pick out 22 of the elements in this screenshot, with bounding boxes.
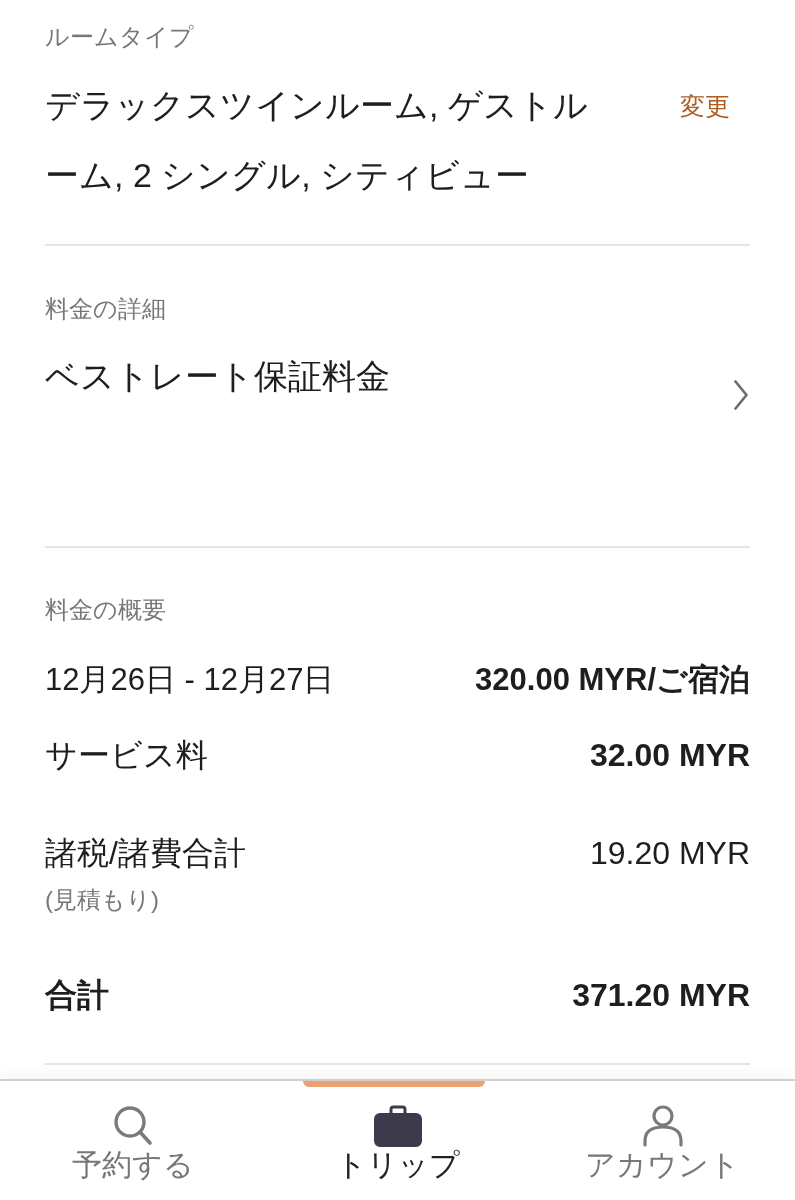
section-label: 料金の概要 <box>45 595 167 625</box>
section-label: ルームタイプ <box>45 22 195 52</box>
charge-label: 諸税/諸費合計 <box>45 834 246 873</box>
search-icon <box>112 1105 153 1147</box>
briefcase-icon <box>373 1105 422 1147</box>
nav-tab[interactable]: アカウント <box>530 1081 795 1200</box>
total-amount: 371.20 MYR <box>572 976 750 1015</box>
nav-tab[interactable]: 予約する <box>0 1081 265 1200</box>
chevron-right-icon[interactable] <box>734 380 748 410</box>
room-type-name: デラックスツインルーム, ゲストルーム, 2 シングル, シティビュー <box>45 85 589 196</box>
person-icon <box>642 1105 683 1147</box>
section-label: 料金の詳細 <box>45 294 167 324</box>
charge-amount: 19.20 MYR <box>589 834 750 873</box>
charge-amount: 32.00 MYR <box>589 736 750 775</box>
estimate-note: (見積もり) <box>45 885 160 915</box>
rate-plan-name[interactable]: ベストレート保証料金 <box>45 351 390 401</box>
charge-label: 12月26日 - 12月27日 <box>45 661 335 699</box>
total-label: 合計 <box>45 976 109 1015</box>
change-link[interactable]: 変更 <box>680 88 730 124</box>
charge-label: サービス料 <box>45 736 208 775</box>
charge-amount: 320.00 MYR/ご宿泊 <box>475 661 750 699</box>
nav-tab[interactable]: トリップ <box>265 1081 530 1200</box>
